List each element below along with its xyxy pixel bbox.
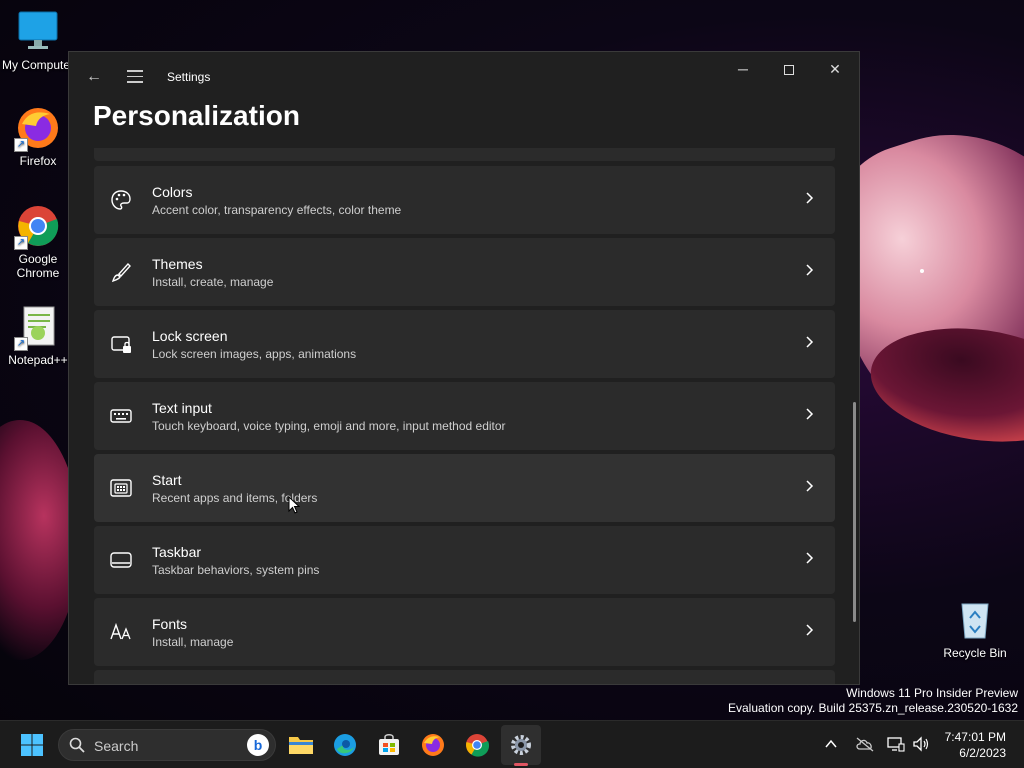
chevron-right-icon [806, 408, 814, 420]
settings-item-subtitle: Lock screen images, apps, animations [152, 347, 357, 361]
vertical-scrollbar[interactable] [853, 402, 856, 622]
monitor-icon [16, 10, 60, 54]
start-icon [21, 734, 43, 756]
notepad-plus-plus-icon: ↗ [14, 305, 60, 351]
taskbar-app-settings[interactable] [501, 725, 541, 765]
desktop-icon-google-chrome[interactable]: ↗ Google Chrome [0, 204, 76, 280]
settings-item-subtitle: Install, manage [152, 635, 234, 649]
settings-item-subtitle: Touch keyboard, voice typing, emoji and … [152, 419, 506, 433]
edge-icon [334, 734, 356, 756]
settings-item-subtitle: Accent color, transparency effects, colo… [152, 203, 402, 217]
lock-screen-icon [111, 336, 131, 353]
settings-item-text-input[interactable]: Text input Touch keyboard, voice typing,… [94, 382, 835, 450]
desktop-icon-notepad-plus-plus[interactable]: ↗ Notepad++ [0, 305, 76, 367]
firefox-icon: ↗ [14, 106, 60, 152]
search-icon [69, 737, 85, 753]
chrome-icon [466, 734, 489, 757]
taskbar: Search b 7:47:01 PM 6/2/2023 [0, 720, 1024, 768]
settings-item-subtitle: Taskbar behaviors, system pins [152, 563, 320, 577]
settings-item-fonts[interactable]: Fonts Install, manage [94, 598, 835, 666]
shortcut-arrow-icon: ↗ [14, 236, 28, 250]
bing-icon[interactable]: b [247, 734, 269, 756]
chevron-right-icon [806, 552, 814, 564]
window-title: Settings [167, 70, 211, 84]
store-icon [379, 734, 399, 755]
recycle-bin-icon [953, 598, 997, 642]
search-label: Search [94, 738, 139, 754]
desktop-icon-label: My Computer [1, 58, 75, 72]
palette-icon [111, 190, 131, 210]
desktop-icon-label: Firefox [19, 154, 57, 168]
chevron-right-icon [806, 192, 814, 204]
desktop-icon-label: Notepad++ [8, 353, 68, 367]
settings-item-title: Text input [152, 400, 212, 416]
chevron-right-icon [806, 264, 814, 276]
back-arrow-icon[interactable]: ← [83, 66, 105, 88]
chevron-right-icon [806, 624, 814, 636]
settings-item-lock-screen[interactable]: Lock screen Lock screen images, apps, an… [94, 310, 835, 378]
show-hidden-icons-chevron-up-icon[interactable] [824, 737, 838, 768]
chevron-right-icon [806, 480, 814, 492]
taskbar-app-chrome[interactable] [457, 725, 497, 765]
settings-icon [511, 735, 531, 755]
chrome-icon: ↗ [14, 204, 60, 250]
maximize-icon [784, 65, 794, 76]
start-menu-icon [110, 479, 132, 497]
shortcut-arrow-icon: ↗ [14, 138, 28, 152]
settings-item-taskbar[interactable]: Taskbar Taskbar behaviors, system pins [94, 526, 835, 594]
desktop-icon-label: Google Chrome [16, 252, 60, 280]
hamburger-menu-icon[interactable] [124, 66, 146, 88]
taskbar-app-store[interactable] [369, 725, 409, 765]
settings-item-title: Start [152, 472, 182, 488]
volume-icon[interactable] [912, 736, 930, 768]
taskbar-app-edge[interactable] [325, 725, 365, 765]
partial-list-item-top[interactable] [94, 148, 835, 161]
wallpaper-dot [920, 269, 924, 273]
keyboard-icon [110, 409, 132, 423]
settings-item-title: Themes [152, 256, 203, 272]
settings-window: ← Settings ─ ✕ Personalization Colors Ac… [68, 51, 860, 685]
chevron-right-icon [806, 336, 814, 348]
title-bar[interactable]: ← Settings ─ ✕ [69, 52, 859, 102]
partial-list-item-bottom[interactable] [94, 670, 835, 684]
settings-item-title: Fonts [152, 616, 188, 632]
desktop-icon-my-computer[interactable]: My Computer [0, 10, 76, 72]
evaluation-watermark: Windows 11 Pro Insider Preview Evaluatio… [728, 686, 1018, 716]
settings-item-title: Colors [152, 184, 193, 200]
settings-item-subtitle: Install, create, manage [152, 275, 274, 289]
clock-time: 7:47:01 PM [944, 730, 1006, 744]
file-explorer-icon [289, 737, 313, 754]
network-icon[interactable] [887, 736, 905, 768]
settings-item-title: Taskbar [152, 544, 202, 560]
shortcut-arrow-icon: ↗ [14, 337, 28, 351]
settings-item-start[interactable]: Start Recent apps and items, folders [94, 454, 835, 522]
fonts-icon [110, 622, 131, 640]
desktop-icon-recycle-bin[interactable]: Recycle Bin [937, 598, 1013, 660]
taskbar-app-file-explorer[interactable] [281, 725, 321, 765]
settings-item-title: Lock screen [152, 328, 228, 344]
taskbar-search-box[interactable]: Search b [58, 729, 276, 761]
desktop-icon-label: Recycle Bin [943, 646, 1007, 660]
system-clock[interactable]: 7:47:01 PM 6/2/2023 [945, 729, 1006, 761]
watermark-line-2: Evaluation copy. Build 25375.zn_release.… [728, 701, 1018, 715]
settings-item-themes[interactable]: Themes Install, create, manage [94, 238, 835, 306]
active-app-indicator [514, 763, 528, 766]
close-button[interactable]: ✕ [813, 58, 857, 80]
taskbar-icon [110, 552, 132, 568]
start-button[interactable] [12, 725, 52, 765]
settings-item-colors[interactable]: Colors Accent color, transparency effect… [94, 166, 835, 234]
desktop-icon-firefox[interactable]: ↗ Firefox [0, 106, 76, 168]
onedrive-offline-icon[interactable] [855, 736, 875, 768]
mouse-cursor-icon [288, 496, 300, 514]
minimize-button[interactable]: ─ [721, 58, 765, 80]
taskbar-app-firefox[interactable] [413, 725, 453, 765]
brush-icon [111, 262, 131, 283]
watermark-line-1: Windows 11 Pro Insider Preview [846, 686, 1018, 700]
page-title: Personalization [93, 100, 300, 131]
maximize-button[interactable] [767, 58, 811, 80]
clock-date: 6/2/2023 [959, 746, 1006, 760]
firefox-icon [422, 734, 444, 756]
